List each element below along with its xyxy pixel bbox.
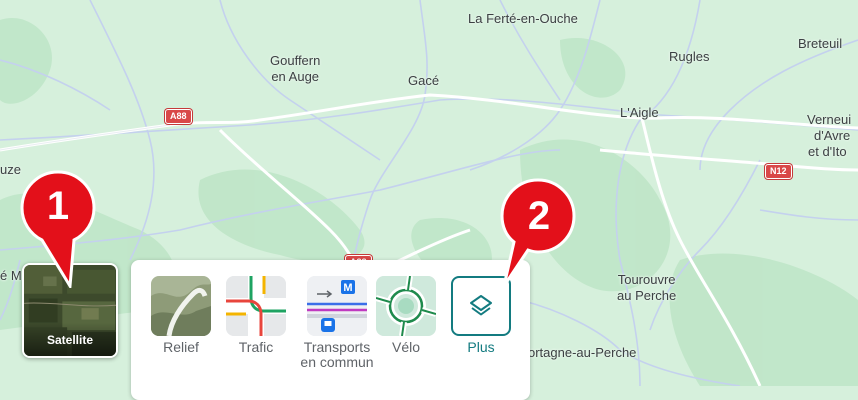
callout-2: 2	[498, 178, 576, 290]
place-verneuil: Verneui d'Avre et d'Ito	[807, 112, 851, 160]
layer-traffic[interactable]: Trafic	[222, 276, 290, 355]
callout-2-number: 2	[527, 194, 551, 238]
traffic-icon	[226, 276, 286, 336]
layer-transit[interactable]: M Transports en commun	[297, 276, 377, 370]
callout-1-number: 1	[46, 184, 70, 228]
relief-icon	[151, 276, 211, 336]
road-shield-n12: N12	[765, 164, 792, 179]
callout-1: 1	[20, 170, 96, 291]
layer-bike[interactable]: Vélo	[372, 276, 440, 355]
place-rugles: Rugles	[669, 49, 710, 64]
place-la-ferte-en-ouche: La Ferté-en-Ouche	[468, 11, 578, 26]
place-tourouvre-au-perche: Tourouvre au Perche	[617, 272, 676, 304]
place-e-m: é M	[0, 268, 22, 283]
place-tourouvre-line2: au Perche	[617, 288, 677, 303]
layer-relief-label: Relief	[163, 339, 199, 355]
place-mortagne-au-perche: ortagne-au-Perche	[528, 345, 637, 360]
place-breteuil: Breteuil	[798, 36, 843, 51]
layers-panel: Relief Trafic M Transports en commun Vél…	[131, 260, 530, 400]
place-gouffern-en-auge: Gouffern en Auge	[270, 53, 320, 85]
place-laigle: L'Aigle	[620, 105, 659, 120]
transit-icon: M	[307, 276, 367, 336]
satellite-label: Satellite	[46, 333, 94, 347]
layer-transit-label: Transports en commun	[300, 339, 374, 370]
road-shield-a88-top: A88	[165, 109, 192, 124]
layer-more-label: Plus	[467, 339, 495, 355]
bike-icon	[376, 276, 436, 336]
place-gouffern-line1: Gouffern	[270, 53, 321, 68]
place-verneuil-line2: d'Avre	[814, 128, 851, 143]
svg-text:M: M	[343, 282, 352, 294]
layer-relief[interactable]: Relief	[147, 276, 215, 355]
place-uze: uze	[0, 162, 21, 177]
place-verneuil-line3: et d'Ito	[808, 144, 847, 159]
layer-traffic-label: Trafic	[238, 339, 274, 355]
place-verneuil-line1: Verneui	[807, 112, 852, 127]
layer-bike-label: Vélo	[391, 339, 421, 355]
place-gouffern-line2: en Auge	[271, 69, 320, 84]
place-tourouvre-line1: Tourouvre	[617, 272, 676, 287]
place-gace: Gacé	[408, 73, 440, 88]
